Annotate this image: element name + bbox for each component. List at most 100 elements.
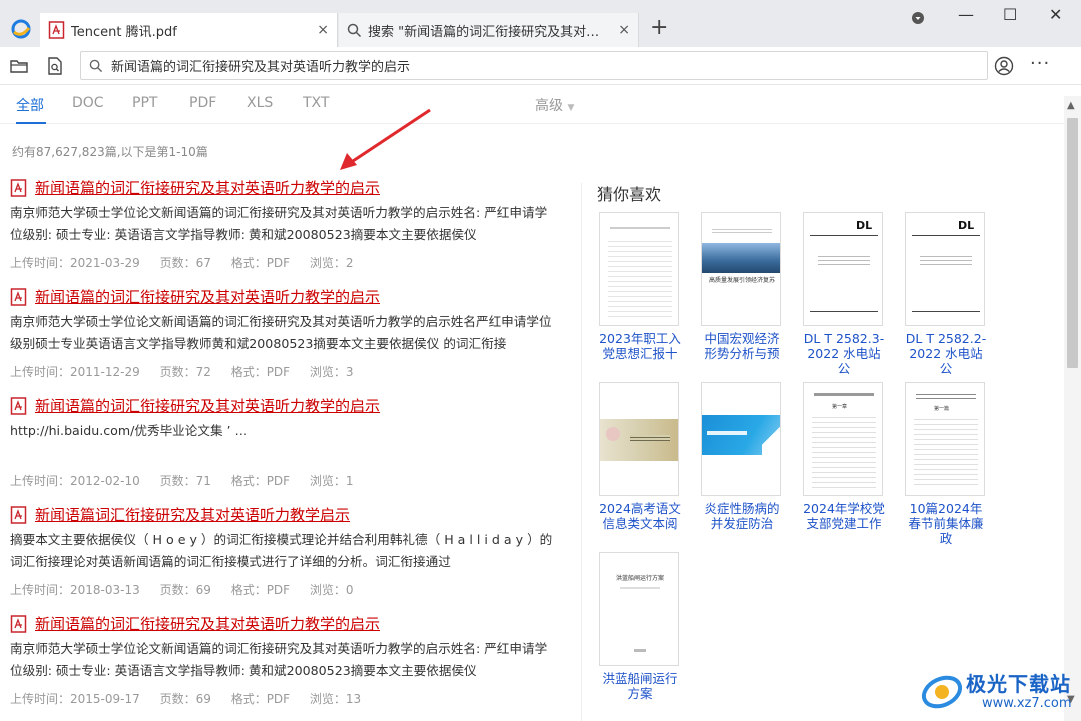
- annotation-arrow-icon: [340, 108, 431, 170]
- result-meta: 上传时间：2018-03-13 页数：69 格式：PDF 浏览：0: [10, 581, 555, 598]
- scrollbar-thumb[interactable]: [1067, 118, 1078, 368]
- recommendation-card[interactable]: 2024高考语文信息类文本阅: [599, 382, 681, 531]
- close-tab-icon[interactable]: ×: [317, 22, 329, 38]
- document-thumbnail: [599, 212, 679, 326]
- upload-time: 上传时间：2018-03-13: [10, 583, 140, 597]
- pdf-file-icon: [10, 179, 27, 197]
- folder-icon[interactable]: [9, 56, 29, 76]
- pdf-file-icon: [48, 21, 65, 39]
- pdf-file-icon: [10, 288, 27, 306]
- page-count: 页数：71: [159, 474, 211, 488]
- recommendation-title: DL T 2582.3-2022 水电站公: [803, 331, 885, 376]
- search-icon: [347, 23, 362, 37]
- document-thumbnail: DL: [803, 212, 883, 326]
- thumbnail-caption: 高质量发展引领经济复苏: [708, 277, 775, 284]
- watermark-logo-icon: [921, 675, 963, 709]
- standard-code-label: DL: [958, 219, 975, 232]
- tab-pdf-document[interactable]: Tencent 腾讯.pdf ×: [40, 13, 338, 47]
- view-count: 浏览：0: [309, 583, 354, 597]
- filter-txt[interactable]: TXT: [303, 95, 329, 111]
- document-thumbnail: 第一章: [803, 382, 883, 496]
- search-bar[interactable]: [80, 51, 988, 80]
- more-menu-button[interactable]: ···: [1030, 53, 1050, 74]
- scroll-up-arrow-icon[interactable]: ▲: [1067, 100, 1075, 111]
- watermark-text: 极光下载站: [966, 672, 1071, 696]
- maximize-button[interactable]: ☐: [1003, 5, 1017, 24]
- filter-all[interactable]: 全部: [16, 95, 44, 115]
- filter-tabs: 全部 DOC PPT PDF XLS TXT 高级 ▼: [0, 86, 1064, 124]
- tab-search-results[interactable]: 搜索 "新闻语篇的词汇衔接研究及其对英语... ×: [339, 13, 639, 47]
- filter-pdf[interactable]: PDF: [189, 95, 216, 111]
- column-divider: [581, 183, 582, 721]
- recommendation-card[interactable]: 第一章 2024年学校党支部党建工作: [803, 382, 885, 531]
- minimize-button[interactable]: —: [958, 5, 974, 24]
- result-title: 新闻语篇的词汇衔接研究及其对英语听力教学的启示: [35, 288, 381, 306]
- result-item: 新闻语篇的词汇衔接研究及其对英语听力教学的启示 南京师范大学硕士学位论文新闻语篇…: [10, 287, 555, 380]
- recommendations-heading: 猜你喜欢: [597, 185, 662, 204]
- filter-doc[interactable]: DOC: [72, 95, 104, 111]
- close-tab-icon[interactable]: ×: [618, 22, 630, 38]
- file-format: 格式：PDF: [230, 365, 291, 379]
- result-snippet: 摘要本文主要依据侯仪（ H o e y ）的词汇衔接模式理论并结合利用韩礼德（ …: [10, 532, 553, 569]
- file-format: 格式：PDF: [230, 692, 291, 706]
- result-meta: 上传时间：2012-02-10 页数：71 格式：PDF 浏览：1: [10, 472, 555, 489]
- search-input[interactable]: [111, 58, 971, 73]
- site-watermark: 极光下载站 www.xz7.com: [920, 664, 1080, 720]
- view-count: 浏览：3: [309, 365, 354, 379]
- close-window-button[interactable]: ✕: [1049, 5, 1062, 24]
- advanced-label: 高级: [535, 98, 563, 114]
- tab-title: Tencent 腾讯.pdf: [71, 24, 177, 40]
- filter-xls[interactable]: XLS: [247, 95, 273, 111]
- result-snippet: http://hi.baidu.com/优秀毕业论文集 ’ …: [10, 423, 248, 438]
- page-count: 页数：69: [159, 692, 211, 706]
- vertical-scrollbar[interactable]: ▲ ▼: [1064, 96, 1081, 721]
- result-item: 新闻语篇的词汇衔接研究及其对英语听力教学的启示 南京师范大学硕士学位论文新闻语篇…: [10, 178, 555, 271]
- recommendation-card[interactable]: DL DL T 2582.3-2022 水电站公: [803, 212, 885, 376]
- upload-time: 上传时间：2012-02-10: [10, 474, 140, 488]
- result-title-link[interactable]: 新闻语篇的词汇衔接研究及其对英语听力教学的启示: [10, 287, 555, 307]
- recommendation-card[interactable]: 2023年职工入党思想汇报十: [599, 212, 681, 361]
- recommendation-title: 2024高考语文信息类文本阅: [599, 501, 681, 531]
- thumbnail-heading: 第一章: [832, 404, 848, 410]
- result-item: 新闻语篇的词汇衔接研究及其对英语听力教学的启示 http://hi.baidu.…: [10, 396, 555, 489]
- shield-icon[interactable]: [911, 11, 925, 25]
- toolbar: ···: [0, 47, 1081, 85]
- recommendation-card[interactable]: DL DL T 2582.2-2022 水电站公: [905, 212, 987, 376]
- result-item: 新闻语篇词汇衔接研究及其对英语听力教学启示 摘要本文主要依据侯仪（ H o e …: [10, 505, 555, 598]
- result-meta: 上传时间：2015-09-17 页数：69 格式：PDF 浏览：13: [10, 690, 555, 707]
- result-title-link[interactable]: 新闻语篇词汇衔接研究及其对英语听力教学启示: [10, 505, 555, 525]
- thumbnail-heading: 洪蓝船闸运行方案: [615, 575, 664, 582]
- standard-code-label: DL: [856, 219, 873, 232]
- search-icon: [89, 59, 103, 72]
- result-title-link[interactable]: 新闻语篇的词汇衔接研究及其对英语听力教学的启示: [10, 614, 555, 634]
- recommendation-title: 中国宏观经济形势分析与预: [704, 331, 780, 361]
- file-format: 格式：PDF: [230, 256, 291, 270]
- document-search-icon[interactable]: [45, 56, 65, 76]
- recommendation-card[interactable]: 高质量发展引领经济复苏 中国宏观经济形势分析与预: [701, 212, 783, 361]
- advanced-filter-dropdown[interactable]: 高级 ▼: [535, 95, 574, 115]
- file-format: 格式：PDF: [230, 474, 291, 488]
- view-count: 浏览：13: [309, 692, 362, 706]
- document-thumbnail: [701, 382, 781, 496]
- document-thumbnail: 高质量发展引领经济复苏: [701, 212, 781, 326]
- document-thumbnail: 洪蓝船闸运行方案: [599, 552, 679, 666]
- recommendation-title: 10篇2024年春节前集体廉政: [908, 501, 984, 546]
- recommendation-card[interactable]: 洪蓝船闸运行方案 洪蓝船闸运行方案: [599, 552, 681, 701]
- pdf-file-icon: [10, 397, 27, 415]
- recommendation-card[interactable]: 炎症性肠病的并发症防治: [701, 382, 783, 531]
- new-tab-button[interactable]: +: [650, 17, 668, 39]
- result-count: 约有87,627,823篇,以下是第1-10篇: [12, 145, 208, 159]
- recommendation-title: 洪蓝船闸运行方案: [602, 671, 678, 701]
- page-count: 页数：69: [159, 583, 211, 597]
- filter-ppt[interactable]: PPT: [132, 95, 157, 111]
- recommendation-title: DL T 2582.2-2022 水电站公: [905, 331, 987, 376]
- result-title: 新闻语篇词汇衔接研究及其对英语听力教学启示: [35, 506, 351, 524]
- page-count: 页数：67: [159, 256, 211, 270]
- result-title-link[interactable]: 新闻语篇的词汇衔接研究及其对英语听力教学的启示: [10, 178, 555, 198]
- user-account-icon[interactable]: [994, 56, 1014, 76]
- result-title: 新闻语篇的词汇衔接研究及其对英语听力教学的启示: [35, 179, 381, 197]
- app-logo-icon: [11, 19, 31, 39]
- recommendation-card[interactable]: 第一篇 10篇2024年春节前集体廉政: [905, 382, 987, 546]
- recommendation-title: 2023年职工入党思想汇报十: [599, 331, 681, 361]
- result-title-link[interactable]: 新闻语篇的词汇衔接研究及其对英语听力教学的启示: [10, 396, 555, 416]
